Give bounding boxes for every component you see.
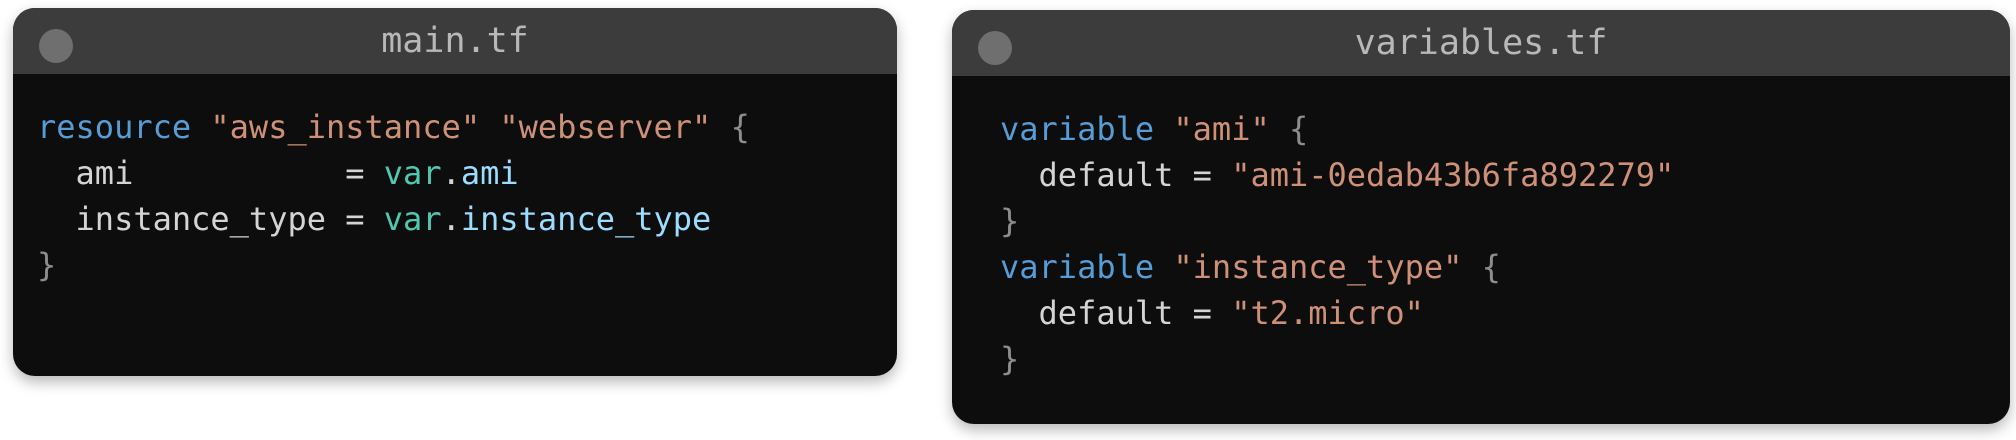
variables-tf-window: variables.tf variable "ami" { default = …	[952, 10, 2010, 424]
dot-operator: .	[441, 154, 461, 192]
variable-name-instance-type: "instance_type"	[1173, 248, 1463, 286]
code-line-5: default = "t2.micro"	[1000, 294, 1424, 332]
keyword-variable: variable	[1000, 110, 1155, 148]
brace-close: }	[1000, 202, 1020, 240]
default-value-instance-type: "t2.micro"	[1231, 294, 1424, 332]
var-keyword: var	[383, 154, 442, 192]
attr-default: default	[1038, 294, 1174, 332]
brace-open: {	[730, 108, 750, 146]
code-line-1: variable "ami" {	[1000, 110, 1308, 148]
string-resource-type: "aws_instance"	[210, 108, 481, 146]
keyword-variable: variable	[1000, 248, 1155, 286]
brace-close: }	[37, 246, 57, 284]
code-line-2: ami = var.ami	[37, 154, 519, 192]
main-tf-code: resource "aws_instance" "webserver" { am…	[37, 104, 750, 288]
equals-sign: =	[345, 200, 365, 238]
attr-default: default	[1038, 156, 1174, 194]
code-line-3: instance_type = var.instance_type	[37, 200, 712, 238]
brace-close: }	[1000, 340, 1020, 378]
code-line-1: resource "aws_instance" "webserver" {	[37, 108, 750, 146]
var-ref-ami: ami	[460, 154, 519, 192]
var-ref-instance-type: instance_type	[460, 200, 712, 238]
attr-instance-type: instance_type	[75, 200, 326, 238]
string-resource-name: "webserver"	[499, 108, 712, 146]
code-line-4: variable "instance_type" {	[1000, 248, 1501, 286]
main-tf-window: main.tf resource "aws_instance" "webserv…	[13, 8, 897, 376]
main-tf-title: main.tf	[381, 21, 529, 61]
variables-tf-title: variables.tf	[1354, 23, 1608, 63]
brace-open: {	[1288, 110, 1309, 148]
equals-sign: =	[1192, 156, 1212, 194]
equals-sign: =	[345, 154, 365, 192]
attr-ami: ami	[75, 154, 134, 192]
variables-tf-code: variable "ami" { default = "ami-0edab43b…	[1000, 106, 1674, 382]
variable-name-ami: "ami"	[1173, 110, 1270, 148]
keyword-resource: resource	[37, 108, 192, 146]
dot-operator: .	[441, 200, 461, 238]
brace-open: {	[1481, 248, 1501, 286]
variables-tf-titlebar: variables.tf	[952, 10, 2010, 76]
var-keyword: var	[383, 200, 442, 238]
code-line-2: default = "ami-0edab43b6fa892279"	[1000, 156, 1675, 194]
equals-sign: =	[1192, 294, 1212, 332]
main-tf-titlebar: main.tf	[13, 8, 897, 74]
default-value-ami: "ami-0edab43b6fa892279"	[1231, 156, 1675, 194]
